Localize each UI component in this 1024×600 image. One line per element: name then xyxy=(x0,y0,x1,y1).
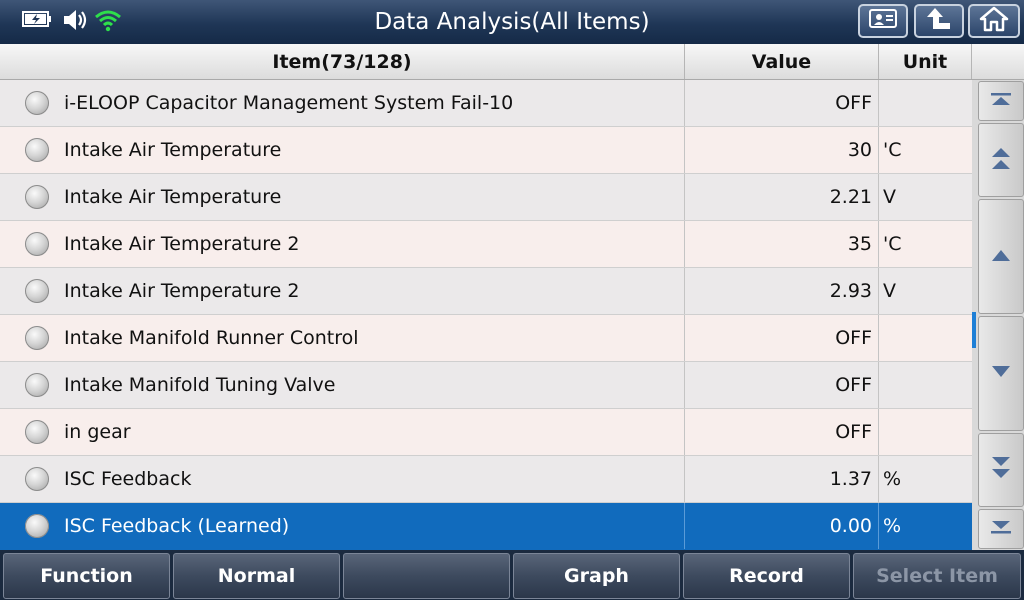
title-bar: Data Analysis(All Items) xyxy=(0,0,1024,44)
item-cell: Intake Air Temperature 2 xyxy=(0,268,685,314)
normal-button[interactable]: Normal xyxy=(173,553,340,599)
scrollbar[interactable] xyxy=(972,80,1024,550)
column-header-spacer xyxy=(972,44,1024,79)
back-icon xyxy=(924,6,954,36)
table-row[interactable]: Intake Air Temperature 2.21 V xyxy=(0,174,972,221)
item-cell: i-ELOOP Capacitor Management System Fail… xyxy=(0,80,685,126)
item-cell: Intake Manifold Runner Control xyxy=(0,315,685,361)
unit-cell: V xyxy=(883,280,896,302)
record-button[interactable]: Record xyxy=(683,553,850,599)
item-label: i-ELOOP Capacitor Management System Fail… xyxy=(64,92,514,114)
value-cell: 0.00 xyxy=(685,503,879,549)
scroll-top-icon xyxy=(989,91,1013,111)
blank-button xyxy=(343,553,510,599)
unit-cell xyxy=(879,80,972,126)
scroll-up-icon xyxy=(990,247,1012,267)
value-cell: 2.93 xyxy=(685,268,879,314)
radio-button[interactable] xyxy=(25,373,49,397)
page-down-icon xyxy=(990,455,1012,485)
scroll-top-button[interactable] xyxy=(978,81,1024,121)
scroll-bottom-button[interactable] xyxy=(978,509,1024,549)
item-label: Intake Manifold Tuning Valve xyxy=(64,374,336,396)
report-icon xyxy=(868,7,898,35)
item-label: Intake Air Temperature 2 xyxy=(64,233,300,255)
item-label: Intake Air Temperature 2 xyxy=(64,280,300,302)
value-cell: 1.37 xyxy=(685,456,879,502)
data-list: i-ELOOP Capacitor Management System Fail… xyxy=(0,80,972,550)
value-cell: OFF xyxy=(685,362,879,408)
radio-button[interactable] xyxy=(25,185,49,209)
item-cell: ISC Feedback xyxy=(0,456,685,502)
report-button[interactable] xyxy=(858,4,908,38)
scroll-down-button[interactable] xyxy=(978,316,1024,431)
item-cell: in gear xyxy=(0,409,685,455)
item-cell: Intake Manifold Tuning Valve xyxy=(0,362,685,408)
unit-cell xyxy=(879,362,972,408)
unit-cell: 'C xyxy=(883,233,902,255)
item-label: Intake Air Temperature xyxy=(64,186,282,208)
scroll-bottom-icon xyxy=(989,519,1013,539)
home-icon xyxy=(979,6,1009,36)
column-header-item: Item(73/128) xyxy=(0,44,685,79)
item-label: ISC Feedback xyxy=(64,468,192,490)
table-row[interactable]: i-ELOOP Capacitor Management System Fail… xyxy=(0,80,972,127)
radio-button[interactable] xyxy=(25,467,49,491)
back-button[interactable] xyxy=(914,4,964,38)
table-row[interactable]: Intake Air Temperature 30 'C xyxy=(0,127,972,174)
table-row-selected[interactable]: ISC Feedback (Learned) 0.00 % xyxy=(0,503,972,550)
unit-cell: % xyxy=(883,515,902,537)
function-button[interactable]: Function xyxy=(3,553,170,599)
radio-button[interactable] xyxy=(25,91,49,115)
radio-button[interactable] xyxy=(25,514,49,538)
value-cell: 30 xyxy=(685,127,879,173)
unit-cell: % xyxy=(883,468,902,490)
scroll-down-icon xyxy=(990,364,1012,384)
unit-cell: V xyxy=(883,186,896,208)
item-cell: Intake Air Temperature xyxy=(0,127,685,173)
scroll-position-indicator xyxy=(972,312,976,348)
table-row[interactable]: Intake Air Temperature 2 35 'C xyxy=(0,221,972,268)
graph-button[interactable]: Graph xyxy=(513,553,680,599)
item-label: in gear xyxy=(64,421,131,443)
home-button[interactable] xyxy=(968,4,1020,38)
table-row[interactable]: Intake Manifold Tuning Valve OFF xyxy=(0,362,972,409)
item-cell: ISC Feedback (Learned) xyxy=(0,503,685,549)
page-down-button[interactable] xyxy=(978,433,1024,507)
value-cell: OFF xyxy=(685,409,879,455)
radio-button[interactable] xyxy=(25,279,49,303)
table-row[interactable]: Intake Manifold Runner Control OFF xyxy=(0,315,972,362)
table-row[interactable]: ISC Feedback 1.37 % xyxy=(0,456,972,503)
table-header: Item(73/128) Value Unit xyxy=(0,44,1024,80)
table-row[interactable]: Intake Air Temperature 2 2.93 V xyxy=(0,268,972,315)
radio-button[interactable] xyxy=(25,138,49,162)
radio-button[interactable] xyxy=(25,232,49,256)
value-cell: 35 xyxy=(685,221,879,267)
page-up-button[interactable] xyxy=(978,123,1024,197)
unit-cell xyxy=(879,409,972,455)
value-cell: OFF xyxy=(685,80,879,126)
radio-button[interactable] xyxy=(25,326,49,350)
value-cell: OFF xyxy=(685,315,879,361)
item-label: ISC Feedback (Learned) xyxy=(64,515,290,537)
item-cell: Intake Air Temperature 2 xyxy=(0,221,685,267)
unit-cell xyxy=(879,315,972,361)
value-cell: 2.21 xyxy=(685,174,879,220)
column-header-value: Value xyxy=(685,44,879,79)
page-up-icon xyxy=(990,145,1012,175)
table-row[interactable]: in gear OFF xyxy=(0,409,972,456)
select-item-button: Select Item xyxy=(853,553,1021,599)
bottom-toolbar: Function Normal Graph Record Select Item xyxy=(0,550,1024,600)
radio-button[interactable] xyxy=(25,420,49,444)
item-label: Intake Manifold Runner Control xyxy=(64,327,359,349)
item-cell: Intake Air Temperature xyxy=(0,174,685,220)
unit-cell: 'C xyxy=(883,139,902,161)
scroll-up-button[interactable] xyxy=(978,199,1024,314)
column-header-unit: Unit xyxy=(879,44,972,79)
item-label: Intake Air Temperature xyxy=(64,139,282,161)
